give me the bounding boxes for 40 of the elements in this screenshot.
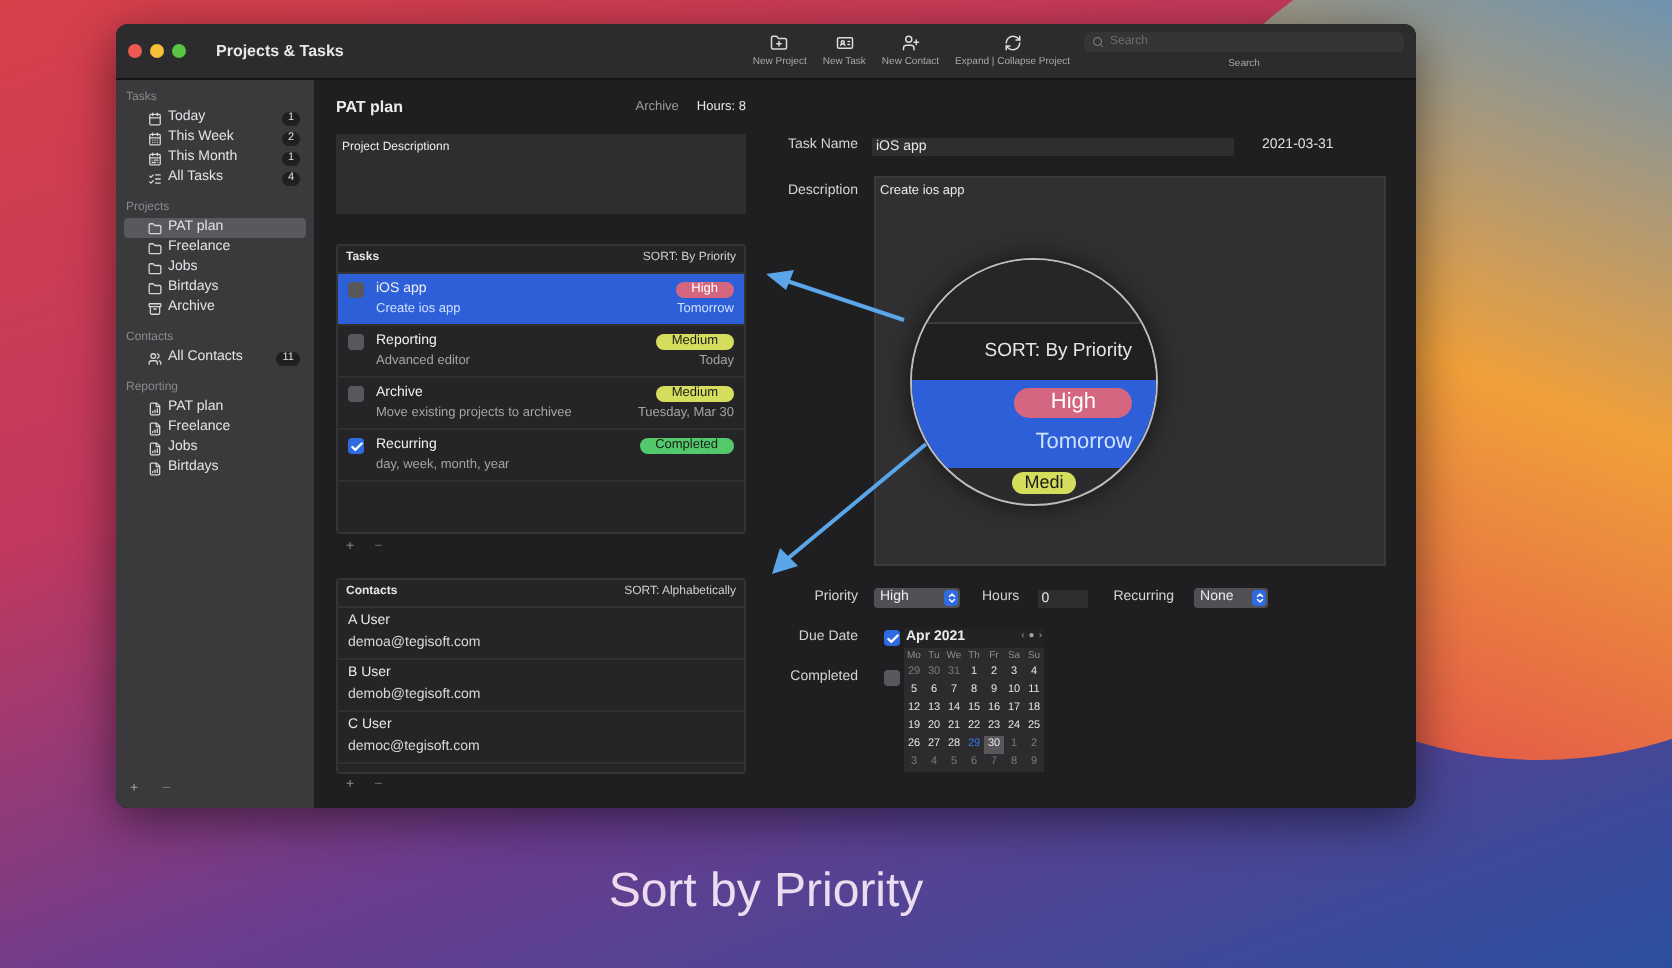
folder-icon	[148, 281, 162, 295]
report-icon	[148, 461, 162, 475]
calendar-icon	[148, 151, 162, 165]
stepper-icon	[944, 590, 958, 606]
close-button[interactable]	[128, 44, 142, 58]
search-icon	[1092, 36, 1104, 48]
folder-plus-icon	[770, 34, 789, 52]
checklist-icon	[148, 171, 162, 185]
folder-icon	[148, 241, 162, 255]
project-title: PAT plan	[336, 95, 403, 119]
minimize-button[interactable]	[150, 44, 164, 58]
pointer-arrow	[766, 270, 905, 322]
priority-badge: Medi	[1012, 472, 1076, 494]
people-icon	[148, 351, 162, 365]
window-title: Projects & Tasks	[216, 39, 344, 63]
check-icon	[885, 631, 899, 645]
check-icon	[349, 439, 363, 453]
folder-icon	[148, 221, 162, 235]
card-icon	[835, 34, 854, 52]
report-icon	[148, 401, 162, 415]
archive-icon	[148, 301, 162, 315]
checkbox[interactable]	[884, 630, 900, 646]
report-icon	[148, 441, 162, 455]
calendar-icon	[148, 131, 162, 145]
folder-icon	[148, 261, 162, 275]
calendar-icon	[148, 111, 162, 125]
report-icon	[148, 421, 162, 435]
checkbox[interactable]	[348, 438, 364, 454]
due-text: Tomorrow	[1035, 428, 1132, 459]
checkbox[interactable]	[348, 282, 364, 298]
checkbox[interactable]	[348, 386, 364, 402]
person-plus-icon	[901, 34, 920, 52]
priority-badge: High	[1014, 388, 1132, 419]
checkbox[interactable]	[884, 670, 900, 686]
stepper-icon	[1252, 590, 1267, 606]
circular-arrows-icon	[1003, 34, 1022, 52]
zoom-button[interactable]	[172, 44, 186, 58]
checkbox[interactable]	[348, 334, 364, 350]
sort-label: SORT: By Priority	[984, 337, 1132, 366]
caption: Sort by Priority	[608, 862, 924, 922]
